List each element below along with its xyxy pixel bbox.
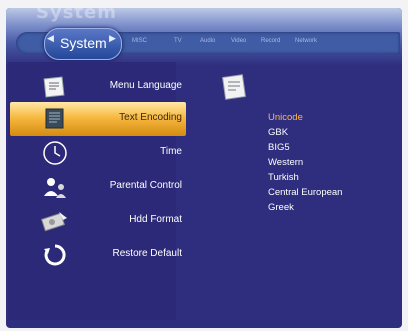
left-arrow-icon[interactable]: ◀ [47,34,54,44]
menu-item-menu-language[interactable]: Menu Language [10,70,186,104]
option-gbk[interactable]: GBK [268,127,398,138]
flag-doc-icon [220,72,250,104]
ghost-title: System [36,8,117,23]
menu-item-hdd-format[interactable]: Hdd Format [10,204,186,238]
right-arrow-icon[interactable]: ▶ [109,34,116,44]
menu-item-label: Restore Default [112,248,182,259]
tab-network[interactable]: Network [295,38,317,44]
menu-item-label: Time [160,146,182,157]
option-big5[interactable]: BIG5 [268,142,398,153]
tab-system[interactable]: System [60,35,107,51]
menu-item-label: Hdd Format [129,214,182,225]
menu-item-label: Menu Language [109,80,182,91]
tab-video[interactable]: Video [231,38,246,44]
tab-misc[interactable]: MISC [132,38,147,44]
settings-screen: System ◀ System ▶ MISC TV Audio Video Re… [6,8,402,328]
menu-item-time[interactable]: Time [10,136,186,170]
tab-record[interactable]: Record [261,38,280,44]
option-unicode[interactable]: Unicode [268,112,398,123]
tab-audio[interactable]: Audio [200,38,215,44]
tab-tv[interactable]: TV [174,38,182,44]
option-central-european[interactable]: Central European [268,187,398,198]
option-turkish[interactable]: Turkish [268,172,398,183]
menu-item-parental-control[interactable]: Parental Control [10,170,186,204]
menu-item-label: Parental Control [109,180,182,191]
menu-item-text-encoding[interactable]: Text Encoding [10,102,186,136]
menu-item-restore-default[interactable]: Restore Default [10,238,186,272]
menu-item-label: Text Encoding [119,112,182,123]
option-western[interactable]: Western [268,157,398,168]
option-greek[interactable]: Greek [268,202,398,213]
option-label: Unicode [268,112,303,123]
